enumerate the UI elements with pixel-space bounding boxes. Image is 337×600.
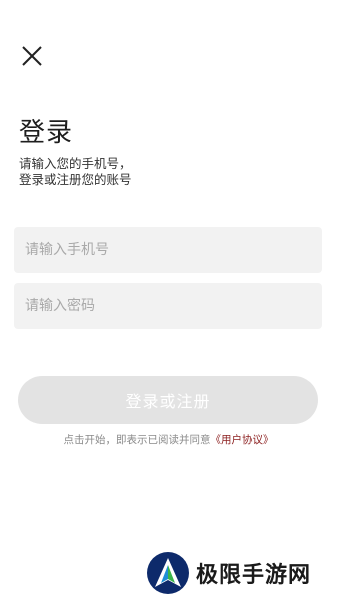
agreement-text: 点击开始，即表示已阅读并同意《用户协议》 — [0, 432, 337, 447]
watermark: 极限手游网 — [146, 551, 311, 595]
page-subtitle: 请输入您的手机号， 登录或注册您的账号 — [19, 156, 132, 188]
password-input[interactable] — [14, 283, 322, 329]
subtitle-line-1: 请输入您的手机号， — [19, 156, 132, 171]
agreement-prefix: 点击开始，即表示已阅读并同意 — [63, 434, 211, 446]
watermark-logo-icon — [147, 552, 189, 594]
watermark-text: 极限手游网 — [196, 562, 312, 588]
phone-input[interactable] — [14, 227, 322, 273]
subtitle-line-2: 登录或注册您的账号 — [19, 172, 132, 187]
close-button[interactable] — [20, 44, 44, 68]
user-agreement-link[interactable]: 《用户协议》 — [211, 434, 274, 446]
close-icon — [22, 46, 42, 66]
page-title: 登录 — [19, 118, 74, 148]
login-register-button[interactable]: 登录或注册 — [18, 376, 318, 424]
